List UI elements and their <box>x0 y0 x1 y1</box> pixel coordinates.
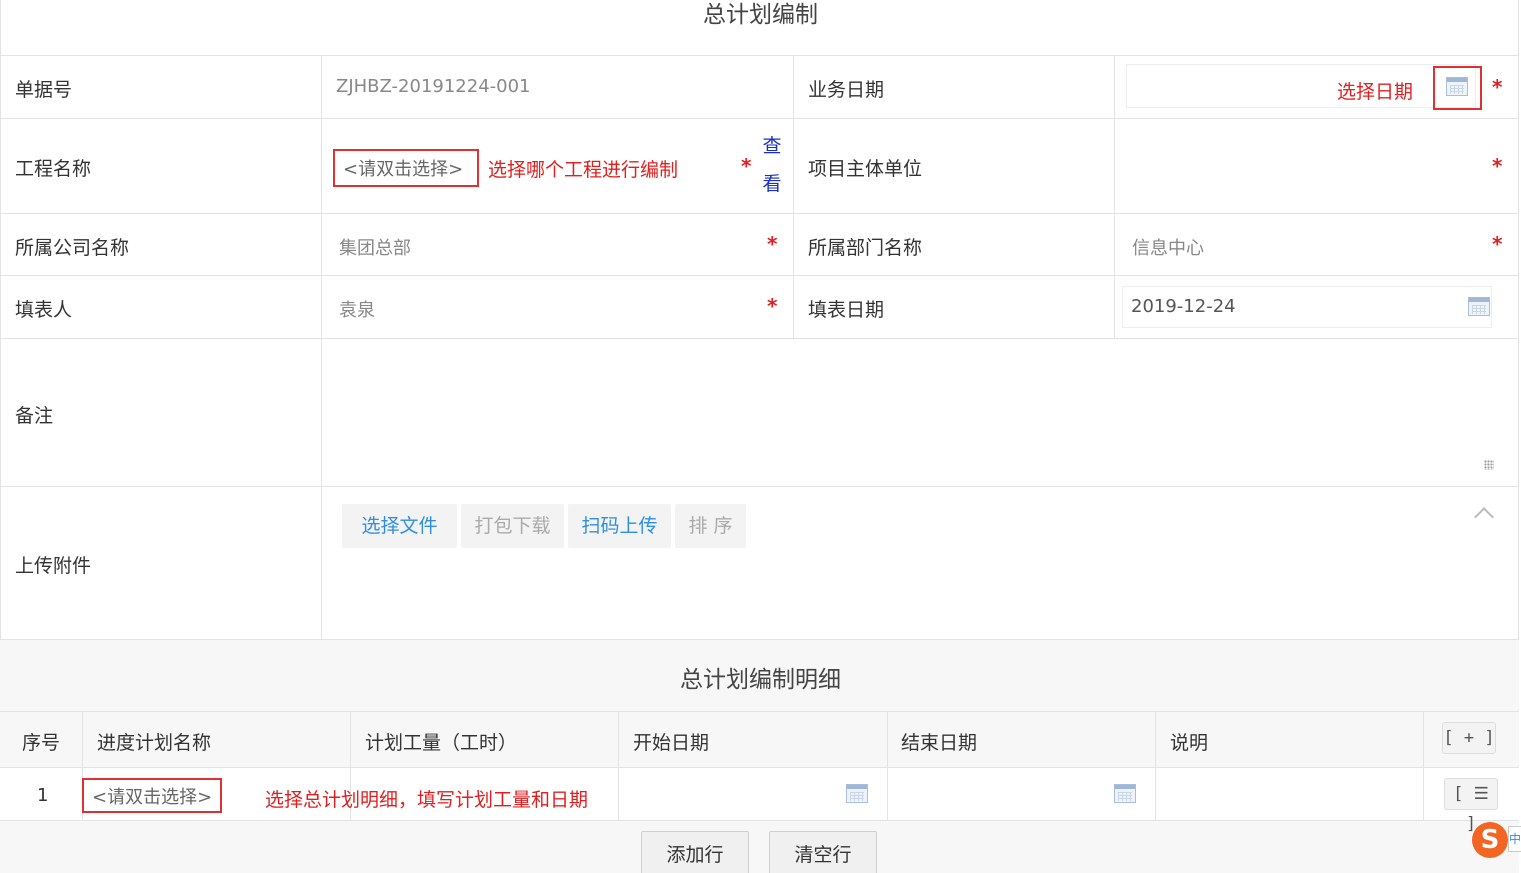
divider <box>0 486 1519 487</box>
divider <box>1114 55 1115 338</box>
biz-date-input[interactable] <box>1126 64 1476 108</box>
doc-no-value: ZJHBZ-20191224-001 <box>336 76 531 97</box>
calendar-icon[interactable] <box>1446 77 1468 96</box>
attach-label: 上传附件 <box>15 555 92 577</box>
ime-logo-icon[interactable]: S <box>1472 822 1508 858</box>
remark-label: 备注 <box>15 405 54 427</box>
column-header-index: 序号 <box>22 732 61 754</box>
divider <box>0 711 1519 712</box>
doc-no-label: 单据号 <box>15 79 73 101</box>
divider <box>0 213 1519 214</box>
start-date-input[interactable] <box>622 772 874 816</box>
calendar-icon[interactable] <box>846 784 868 803</box>
dept-value: 信息中心 <box>1132 238 1204 259</box>
filler-label: 填表人 <box>15 299 73 321</box>
required-mark: * <box>1492 154 1503 178</box>
fill-date-value: 2019-12-24 <box>1131 296 1236 317</box>
choose-file-button[interactable]: 选择文件 <box>342 504 457 548</box>
divider <box>618 712 619 820</box>
scan-upload-button[interactable]: 扫码上传 <box>568 504 671 548</box>
divider <box>1423 712 1424 820</box>
remark-textarea[interactable] <box>322 339 1518 486</box>
add-row-button[interactable]: 添加行 <box>641 831 749 873</box>
required-mark: * <box>1492 232 1503 256</box>
note-input[interactable] <box>1159 772 1419 816</box>
table-header <box>0 712 1519 768</box>
project-name-note: 选择哪个工程进行编制 <box>488 159 679 181</box>
view-link-char: 看 <box>762 173 782 195</box>
calendar-icon[interactable] <box>1468 297 1490 316</box>
view-link-char: 查 <box>762 135 782 157</box>
pack-download-button[interactable]: 打包下载 <box>461 504 564 548</box>
project-name-label: 工程名称 <box>15 158 92 180</box>
required-mark: * <box>767 294 778 318</box>
biz-date-label: 业务日期 <box>808 79 885 101</box>
biz-date-note: 选择日期 <box>1337 81 1414 103</box>
column-header-planned-hours: 计划工量（工时） <box>365 732 518 754</box>
calendar-icon[interactable] <box>1114 784 1136 803</box>
divider <box>0 820 1519 821</box>
column-header-plan-name: 进度计划名称 <box>97 732 212 754</box>
chevron-up-icon[interactable] <box>1474 507 1494 527</box>
divider <box>1155 712 1156 820</box>
view-link[interactable]: 查 看 <box>762 127 782 203</box>
required-mark: * <box>741 154 752 178</box>
plan-name-select[interactable]: <请双击选择> <box>92 783 212 809</box>
divider <box>0 55 1519 56</box>
resize-handle[interactable] <box>1484 460 1494 470</box>
project-name-select[interactable]: <请双击选择> <box>343 155 463 181</box>
end-date-input[interactable] <box>891 772 1143 816</box>
company-value: 集团总部 <box>339 238 411 259</box>
detail-title: 总计划编制明细 <box>680 667 841 693</box>
divider <box>0 118 1519 119</box>
clear-rows-button[interactable]: 清空行 <box>769 831 877 873</box>
row-menu-button[interactable]: [ ☰ ] <box>1444 778 1498 834</box>
row-index: 1 <box>37 785 49 806</box>
company-label: 所属公司名称 <box>15 237 130 259</box>
divider <box>887 712 888 820</box>
required-mark: * <box>767 232 778 256</box>
sort-button[interactable]: 排 序 <box>675 504 746 548</box>
fill-date-label: 填表日期 <box>808 299 885 321</box>
page-title: 总计划编制 <box>703 2 818 28</box>
row-note: 选择总计划明细，填写计划工量和日期 <box>265 789 589 811</box>
column-header-end-date: 结束日期 <box>901 732 978 754</box>
divider <box>0 767 1519 768</box>
divider <box>793 55 794 338</box>
divider <box>0 275 1519 276</box>
add-column-button[interactable]: [ + ] <box>1442 722 1496 754</box>
filler-value: 袁泉 <box>339 300 375 321</box>
column-header-start-date: 开始日期 <box>633 732 710 754</box>
required-mark: * <box>1492 75 1503 99</box>
owner-unit-label: 项目主体单位 <box>808 158 923 180</box>
dept-label: 所属部门名称 <box>808 237 923 259</box>
ime-tab[interactable]: 中 <box>1508 826 1521 852</box>
column-header-note: 说明 <box>1170 732 1209 754</box>
